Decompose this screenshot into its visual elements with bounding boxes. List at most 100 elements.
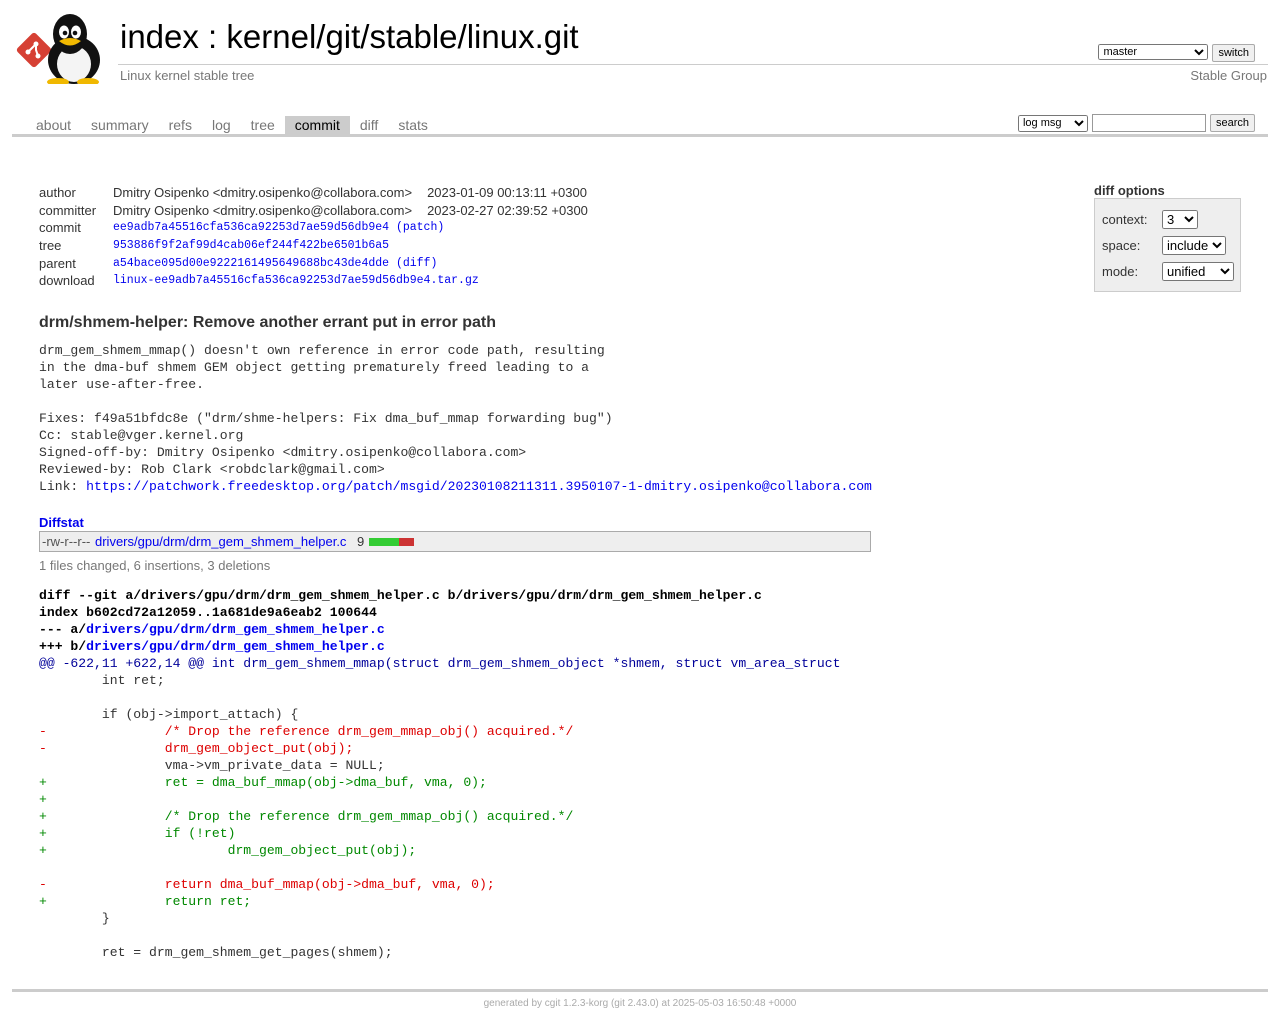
tab-summary[interactable]: summary <box>81 116 159 134</box>
diff-line-add: + if (!ret) <box>39 826 236 841</box>
diff-line-add: + return ret; <box>39 894 252 909</box>
footer: generated by cgit 1.2.3-korg (git 2.43.0… <box>0 998 1280 1009</box>
site-logo[interactable] <box>14 12 110 86</box>
patch-link[interactable]: (patch) <box>396 221 444 234</box>
tab-refs[interactable]: refs <box>159 116 202 134</box>
author-value: Dmitry Osipenko <dmitry.osipenko@collabo… <box>113 185 413 201</box>
search-button[interactable]: search <box>1209 114 1255 132</box>
diff-old-file-line: --- a/drivers/gpu/drm/drm_gem_shmem_help… <box>39 621 840 638</box>
search-input[interactable] <box>1091 114 1206 132</box>
commit-hash-link[interactable]: ee9adb7a45516cfa536ca92253d7ae59d56db9e4 <box>113 221 389 234</box>
insertions-bar <box>369 538 399 546</box>
tree-label: tree <box>39 238 62 254</box>
commit-subject: drm/shmem-helper: Remove another errant … <box>39 314 496 331</box>
tab-commit[interactable]: commit <box>284 116 350 134</box>
tree-hash-link[interactable]: 953886f9f2af99d4cab06ef244f422be6501b6a5 <box>113 239 389 252</box>
parent-label: parent <box>39 255 76 271</box>
download-link[interactable]: linux-ee9adb7a45516cfa536ca92253d7ae59d5… <box>113 274 479 287</box>
diff-index-line: index b602cd72a12059..1a681de9a6eab2 100… <box>39 605 377 620</box>
git-tux-logo-icon <box>16 14 100 86</box>
context-select[interactable]: 3 <box>1162 210 1198 229</box>
tab-log[interactable]: log <box>202 116 241 134</box>
tab-tree[interactable]: tree <box>241 116 285 134</box>
space-label: space: <box>1102 238 1141 253</box>
tabs-divider <box>12 134 1268 137</box>
diff-line-add: + drm_gem_object_put(obj); <box>39 843 417 858</box>
diff-line-add: + /* Drop the reference drm_gem_mmap_obj… <box>39 809 574 824</box>
search-type-select[interactable]: log msg <box>1017 114 1088 132</box>
title-separator: : <box>198 18 227 55</box>
committer-date: 2023-02-27 02:39:52 +0300 <box>427 202 588 218</box>
branch-select[interactable]: master <box>1098 44 1209 60</box>
switch-button[interactable]: switch <box>1212 44 1255 62</box>
footer-divider <box>12 989 1268 992</box>
diff-old-prefix: --- a/ <box>39 622 87 637</box>
mode-select[interactable]: unified <box>1162 262 1234 281</box>
tab-about[interactable]: about <box>26 116 81 134</box>
author-label: author <box>39 185 76 201</box>
space-option: space: include <box>1102 236 1226 255</box>
commit-row: commit ee9adb7a45516cfa536ca92253d7ae59d… <box>36 219 591 237</box>
diff-options-title: diff options <box>1094 183 1165 198</box>
context-option: context: 3 <box>1102 210 1198 229</box>
diffstat-change-count: 9 <box>357 534 365 549</box>
diff-options-panel: context: 3 space: include mode: unified <box>1094 198 1241 292</box>
header-divider <box>118 64 1268 65</box>
tab-diff[interactable]: diff <box>350 116 388 134</box>
footer-prefix: generated by <box>483 998 545 1009</box>
diff-line-del: - return dma_buf_mmap(obj->dma_buf, vma,… <box>39 877 495 892</box>
diff-line-add: + ret = dma_buf_mmap(obj->dma_buf, vma, … <box>39 775 487 790</box>
parent-diff-link[interactable]: (diff) <box>396 257 437 270</box>
diff-new-file-line: +++ b/drivers/gpu/drm/drm_gem_shmem_help… <box>39 638 840 655</box>
diff-git-line: diff --git a/drivers/gpu/drm/drm_gem_shm… <box>39 588 762 603</box>
diff-line-ctx <box>39 859 840 876</box>
diff-view: diff --git a/drivers/gpu/drm/drm_gem_shm… <box>39 587 840 961</box>
space-select[interactable]: include <box>1162 236 1226 255</box>
diff-hunk-header: @@ -622,11 +622,14 @@ int drm_gem_shmem_… <box>39 656 841 671</box>
diff-line-ctx: if (obj->import_attach) { <box>39 707 299 722</box>
author-date: 2023-01-09 00:13:11 +0300 <box>427 185 587 201</box>
diff-new-prefix: +++ b/ <box>39 639 87 654</box>
diff-line-add: + <box>39 792 47 807</box>
index-link[interactable]: index <box>120 18 199 55</box>
branch-switch-form: master switch <box>1098 44 1255 62</box>
commit-message: drm_gem_shmem_mmap() doesn't own referen… <box>39 342 872 495</box>
parent-hash-link[interactable]: a54bace095d00e9222161495649688bc43de4dde <box>113 257 389 270</box>
parent-row: parent a54bace095d00e9222161495649688bc4… <box>36 254 591 272</box>
author-row: author Dmitry Osipenko <dmitry.osipenko@… <box>36 184 591 202</box>
tab-stats[interactable]: stats <box>388 116 438 134</box>
diffstat-file-link[interactable]: drivers/gpu/drm/drm_gem_shmem_helper.c <box>95 534 346 549</box>
repo-description: Linux kernel stable tree <box>120 68 255 83</box>
diffstat-header[interactable]: Diffstat <box>39 515 84 530</box>
tree-row: tree 953886f9f2af99d4cab06ef244f422be650… <box>36 237 591 255</box>
diff-line-ctx: int ret; <box>39 673 165 688</box>
diff-new-file-link[interactable]: drivers/gpu/drm/drm_gem_shmem_helper.c <box>86 639 385 654</box>
repo-link[interactable]: kernel/git/stable/linux.git <box>226 18 578 55</box>
diff-line-ctx: vma->vm_private_data = NULL; <box>39 758 385 773</box>
mode-option: mode: unified <box>1102 262 1234 281</box>
diff-line-ctx: ret = drm_gem_shmem_get_pages(shmem); <box>39 945 393 960</box>
download-label: download <box>39 273 95 289</box>
commit-label: commit <box>39 220 81 236</box>
diff-line-del: - /* Drop the reference drm_gem_mmap_obj… <box>39 724 574 739</box>
mode-label: mode: <box>1102 264 1139 279</box>
diff-line-ctx <box>39 927 840 944</box>
cgit-link[interactable]: cgit 1.2.3-korg <box>545 998 608 1009</box>
deletions-bar <box>399 538 414 546</box>
context-label: context: <box>1102 212 1148 227</box>
repo-owner: Stable Group <box>1190 68 1267 83</box>
diff-line-ctx <box>39 689 840 706</box>
diff-lines: int ret; if (obj->import_attach) { - /* D… <box>39 672 840 961</box>
committer-label: committer <box>39 202 97 218</box>
footer-suffix: (git 2.43.0) at 2025-05-03 16:50:48 +000… <box>608 998 797 1009</box>
diff-old-file-link[interactable]: drivers/gpu/drm/drm_gem_shmem_helper.c <box>86 622 385 637</box>
download-row: download linux-ee9adb7a45516cfa536ca9225… <box>36 272 591 290</box>
page-title: index : kernel/git/stable/linux.git <box>120 18 579 56</box>
diffstat-table: -rw-r--r-- drivers/gpu/drm/drm_gem_shmem… <box>39 531 871 552</box>
commit-info-table: author Dmitry Osipenko <dmitry.osipenko@… <box>36 184 591 290</box>
patchwork-link[interactable]: https://patchwork.freedesktop.org/patch/… <box>86 479 872 494</box>
search-form: log msg search <box>1017 114 1255 132</box>
committer-value: Dmitry Osipenko <dmitry.osipenko@collabo… <box>113 202 413 218</box>
diff-line-ctx: } <box>39 911 110 926</box>
main-tabs: about summary refs log tree commit diff … <box>26 116 438 134</box>
